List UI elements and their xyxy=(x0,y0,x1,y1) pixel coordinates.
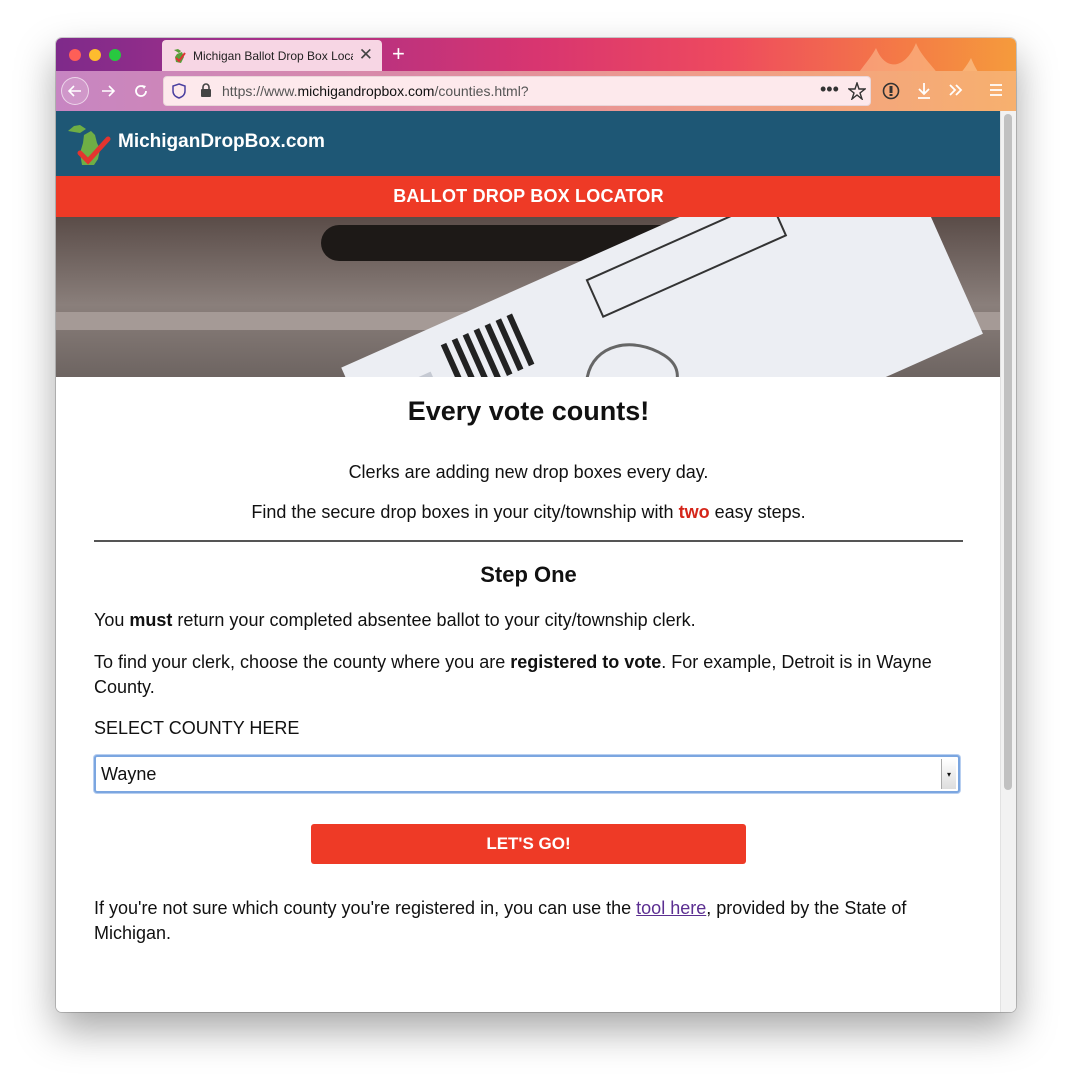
reload-button[interactable] xyxy=(127,77,155,105)
tool-here-link[interactable]: tool here xyxy=(636,898,706,918)
intro-line-2: Find the secure drop boxes in your city/… xyxy=(251,502,806,522)
shield-icon[interactable] xyxy=(172,83,186,99)
page-scrollbar[interactable] xyxy=(1000,111,1016,1012)
must-paragraph: You must return your completed absentee … xyxy=(94,610,696,630)
help-paragraph: If you're not sure which county you're r… xyxy=(94,898,907,943)
navigation-bar: https://www.michigandropbox.com/counties… xyxy=(56,71,1016,111)
new-tab-button[interactable]: + xyxy=(392,40,405,68)
overflow-icon[interactable] xyxy=(948,83,964,97)
site-header: MichiganDropBox.com xyxy=(56,111,1001,176)
tab-active[interactable]: Michigan Ballot Drop Box Locat ✕ xyxy=(162,40,382,71)
scrollbar-thumb[interactable] xyxy=(1004,114,1012,790)
locator-banner: BALLOT DROP BOX LOCATOR xyxy=(56,176,1001,217)
intro-line-1: Clerks are adding new drop boxes every d… xyxy=(348,462,709,482)
main-content: Every vote counts! Clerks are adding new… xyxy=(94,377,963,946)
select-county-label: SELECT COUNTY HERE xyxy=(94,718,300,738)
page-heading: Every vote counts! xyxy=(407,396,650,426)
step-title: Step One xyxy=(480,562,577,587)
close-window-button[interactable] xyxy=(69,49,81,61)
hero-image xyxy=(56,217,1001,377)
back-arrow-icon xyxy=(67,85,81,97)
more-icon[interactable]: ••• xyxy=(820,79,839,100)
download-icon[interactable] xyxy=(916,82,932,100)
site-logo-text[interactable]: MichiganDropBox.com xyxy=(118,131,325,153)
url-bar[interactable]: https://www.michigandropbox.com/counties… xyxy=(163,76,871,106)
county-select-value: Wayne xyxy=(101,764,157,784)
two-emphasis: two xyxy=(678,502,710,522)
minimize-window-button[interactable] xyxy=(89,49,101,61)
extension-icon[interactable] xyxy=(882,82,900,100)
reload-icon xyxy=(135,85,147,97)
browser-window: Michigan Ballot Drop Box Locat ✕ + https… xyxy=(56,38,1016,1012)
close-icon[interactable]: ✕ xyxy=(359,46,373,64)
banner-title: BALLOT DROP BOX LOCATOR xyxy=(393,186,664,206)
url-text[interactable]: https://www.michigandropbox.com/counties… xyxy=(222,83,529,99)
divider xyxy=(94,540,963,542)
michigan-favicon-icon xyxy=(174,48,186,63)
forward-button[interactable] xyxy=(94,77,122,105)
tab-bar: Michigan Ballot Drop Box Locat ✕ + xyxy=(56,38,1016,71)
maximize-window-button[interactable] xyxy=(109,49,121,61)
star-icon[interactable] xyxy=(848,82,866,100)
back-button[interactable] xyxy=(61,77,89,105)
lock-icon[interactable] xyxy=(200,83,212,98)
lets-go-button[interactable]: LET'S GO! xyxy=(311,824,746,864)
dropdown-arrow-icon[interactable]: ▾ xyxy=(941,759,956,789)
tab-title: Michigan Ballot Drop Box Locat xyxy=(193,48,353,63)
page-viewport: MichiganDropBox.com BALLOT DROP BOX LOCA… xyxy=(56,111,1016,1012)
menu-icon[interactable] xyxy=(988,83,1004,97)
forward-arrow-icon xyxy=(102,85,116,97)
michigan-logo-icon[interactable] xyxy=(66,121,112,167)
county-select[interactable]: Wayne ▾ xyxy=(94,755,960,793)
find-clerk-paragraph: To find your clerk, choose the county wh… xyxy=(94,652,932,697)
